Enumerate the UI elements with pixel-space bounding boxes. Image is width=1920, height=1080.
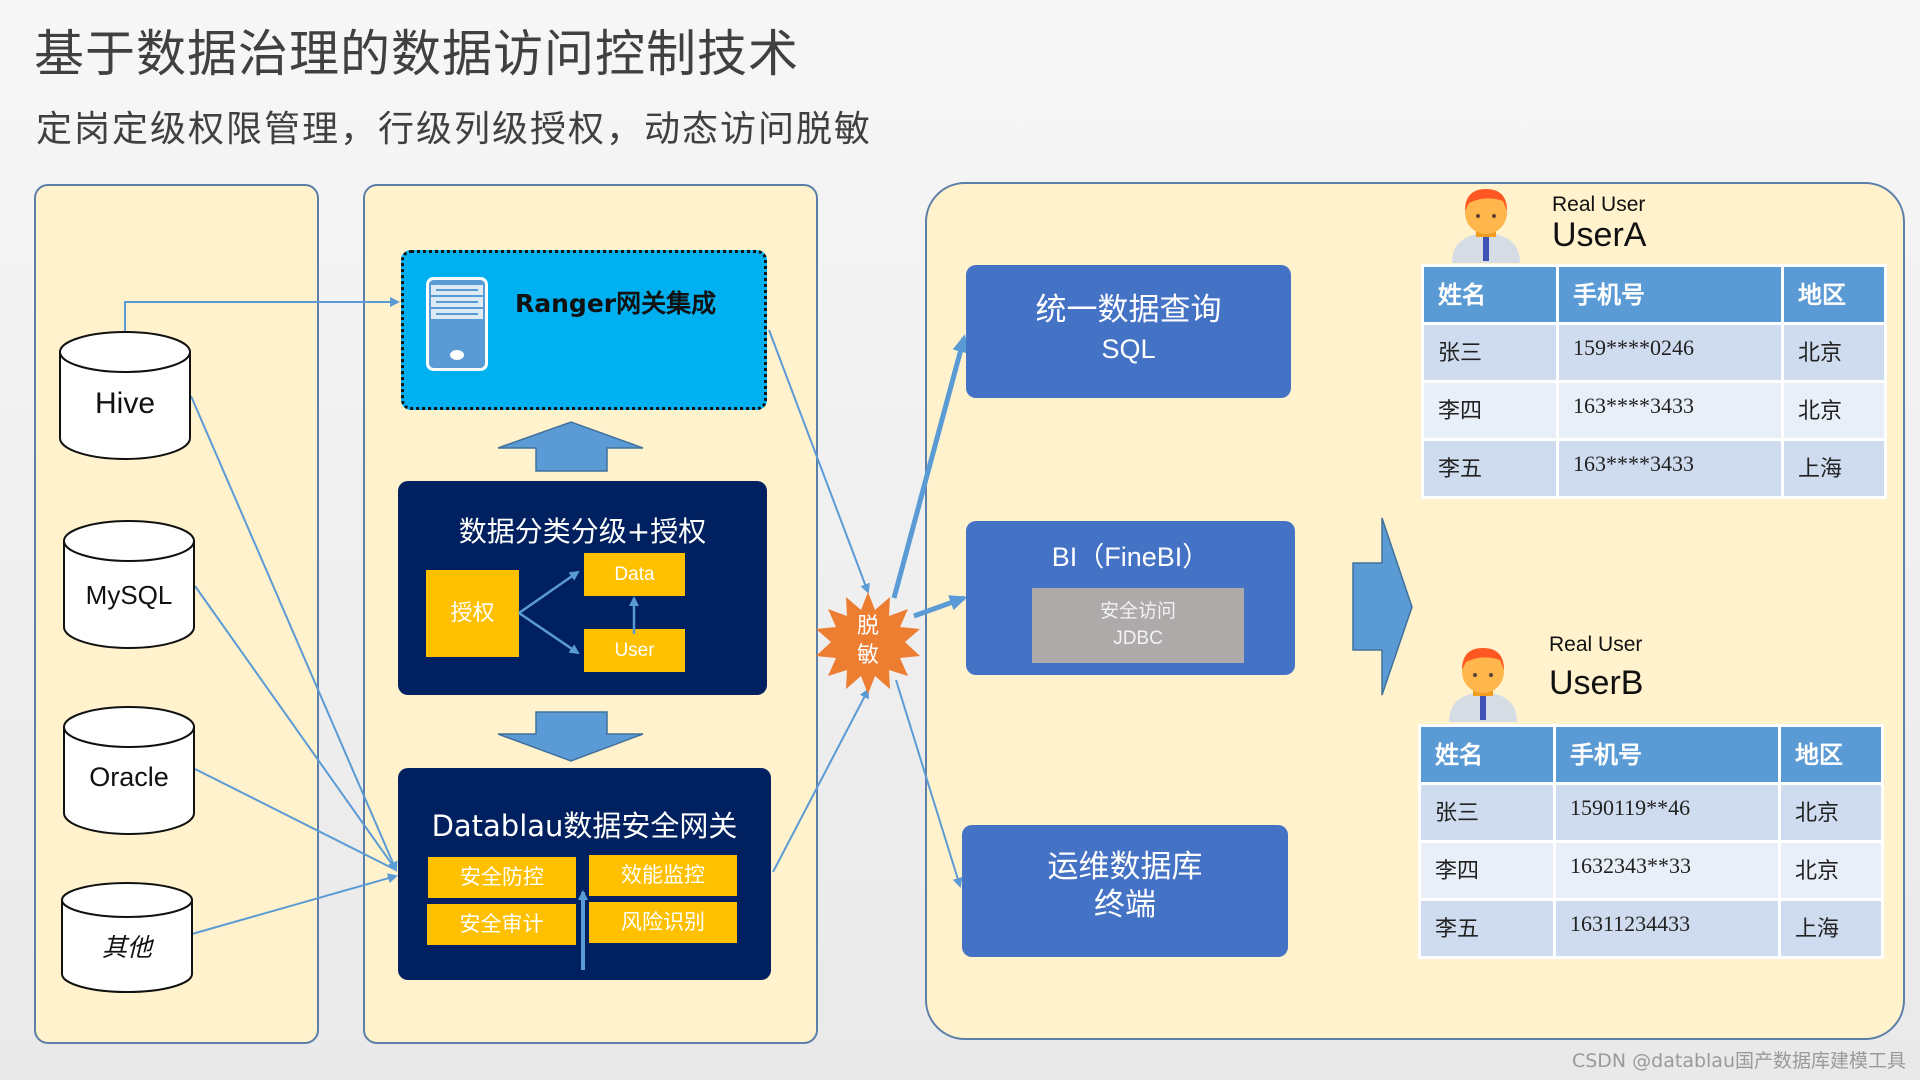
server-icon (426, 277, 488, 371)
column-header: 地区 (1781, 264, 1887, 325)
table-row: 张三 159****0246 北京 (1421, 322, 1887, 383)
table-cell: 上海 (1778, 898, 1884, 959)
table-row: 李四 1632343**33 北京 (1418, 840, 1884, 901)
sql-query-box[interactable]: 统一数据查询 SQL (966, 265, 1291, 398)
user-box[interactable]: User (584, 629, 685, 672)
up-arrow-icon (497, 421, 644, 472)
db-label: 其他 (101, 933, 152, 962)
table-cell: 1590119**46 (1553, 782, 1781, 843)
table-cell: 北京 (1781, 322, 1887, 383)
column-header: 手机号 (1556, 264, 1784, 325)
table-cell: 李五 (1421, 438, 1559, 499)
jdbc-label: JDBC (1113, 628, 1163, 649)
table-cell: 159****0246 (1556, 322, 1784, 383)
masking-label: 脱 敏 (845, 612, 891, 670)
user-a-name: UserA (1552, 216, 1647, 254)
table-cell: 163****3433 (1556, 380, 1784, 441)
sql-query-subtitle: SQL (1101, 334, 1156, 364)
table-cell: 李四 (1418, 840, 1556, 901)
datablau-gateway-title: Datablau数据安全网关 (431, 809, 738, 843)
ops-terminal-title: 运维数据库 (1047, 849, 1203, 885)
table-row: 李五 16311234433 上海 (1418, 898, 1884, 959)
secure-access-jdbc-box[interactable]: 安全访问 JDBC (1032, 588, 1244, 663)
db-oracle[interactable]: Oracle (63, 706, 195, 835)
user-b-name: UserB (1549, 664, 1644, 702)
table-header-row: 姓名 手机号 地区 (1418, 724, 1884, 785)
user-b-table: 姓名 手机号 地区 张三 1590119**46 北京 李四 1632343**… (1418, 724, 1884, 959)
ops-terminal-subtitle: 终端 (1094, 887, 1156, 923)
column-header: 姓名 (1418, 724, 1556, 785)
feature-security-control[interactable]: 安全防控 (428, 857, 576, 898)
bi-title: BI（FineBI） (1051, 542, 1210, 572)
db-label: Oracle (89, 762, 169, 792)
masking-label-line1: 脱 (856, 614, 879, 639)
column-header: 手机号 (1553, 724, 1781, 785)
db-hive[interactable]: Hive (59, 331, 191, 460)
sql-query-title: 统一数据查询 (1035, 292, 1222, 328)
data-box[interactable]: Data (584, 553, 685, 596)
user-b-caption: Real User (1549, 633, 1643, 656)
db-label: MySQL (85, 580, 173, 610)
table-cell: 张三 (1421, 322, 1559, 383)
table-cell: 16311234433 (1553, 898, 1781, 959)
ranger-label: Ranger网关集成 (515, 289, 717, 318)
feature-risk-identification[interactable]: 风险识别 (589, 902, 737, 943)
db-other[interactable]: 其他 (61, 882, 193, 993)
watermark: CSDN @datablau国产数据库建模工具 (1571, 1050, 1906, 1072)
table-cell: 张三 (1418, 782, 1556, 843)
table-row: 李四 163****3433 北京 (1421, 380, 1887, 441)
db-label: Hive (94, 387, 155, 420)
table-cell: 1632343**33 (1553, 840, 1781, 901)
user-avatar-icon (1452, 189, 1520, 263)
table-cell: 北京 (1778, 782, 1884, 843)
table-cell: 163****3433 (1556, 438, 1784, 499)
down-arrow-icon (497, 711, 644, 762)
user-a-table: 姓名 手机号 地区 张三 159****0246 北京 李四 163****34… (1421, 264, 1887, 499)
table-cell: 李五 (1418, 898, 1556, 959)
table-cell: 上海 (1781, 438, 1887, 499)
feature-security-audit[interactable]: 安全审计 (427, 904, 576, 945)
user-a-caption: Real User (1552, 193, 1646, 216)
db-mysql[interactable]: MySQL (63, 520, 195, 649)
column-header: 地区 (1778, 724, 1884, 785)
table-row: 张三 1590119**46 北京 (1418, 782, 1884, 843)
page-subtitle: 定岗定级权限管理，行级列级授权，动态访问脱敏 (36, 109, 873, 150)
column-header: 姓名 (1421, 264, 1559, 325)
masking-label-line2: 敏 (856, 643, 879, 668)
table-header-row: 姓名 手机号 地区 (1421, 264, 1887, 325)
classification-title: 数据分类分级+授权 (458, 515, 707, 548)
authorize-box[interactable]: 授权 (426, 570, 519, 657)
page-title: 基于数据治理的数据访问控制技术 (34, 25, 799, 83)
table-cell: 北京 (1778, 840, 1884, 901)
user-avatar-icon (1449, 648, 1517, 722)
feature-performance-monitor[interactable]: 效能监控 (589, 855, 737, 896)
ops-terminal-box[interactable]: 运维数据库 终端 (962, 825, 1288, 957)
secure-access-label: 安全访问 (1099, 600, 1176, 622)
table-row: 李五 163****3433 上海 (1421, 438, 1887, 499)
table-cell: 李四 (1421, 380, 1559, 441)
table-cell: 北京 (1781, 380, 1887, 441)
right-arrow-icon (1352, 517, 1413, 696)
